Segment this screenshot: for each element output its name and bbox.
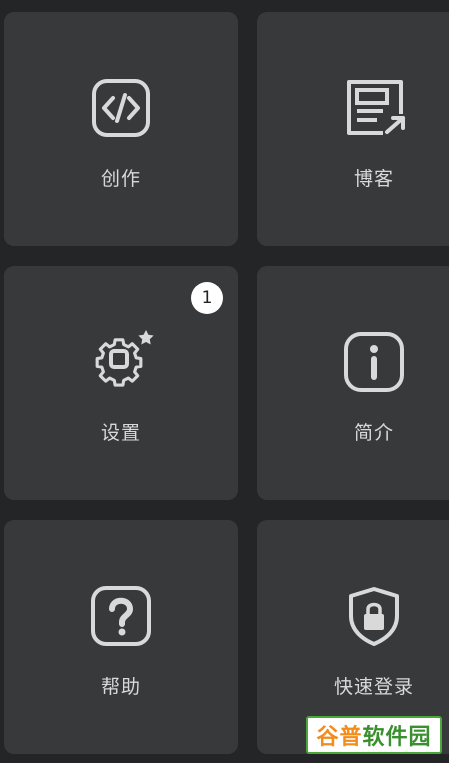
tile-create[interactable]: 创作 [4, 12, 238, 246]
notification-badge: 1 [191, 282, 223, 314]
tile-settings[interactable]: 设置 1 [4, 266, 238, 500]
tile-label-quick-login: 快速登录 [333, 676, 414, 698]
code-icon [92, 79, 150, 137]
watermark-logo: 谷普 软件园 [306, 716, 442, 754]
tile-label-blog: 博客 [353, 168, 394, 190]
tile-blog[interactable]: 博客 [257, 12, 449, 246]
tile-label-help: 帮助 [100, 676, 141, 698]
settings-icon [95, 330, 154, 387]
blog-icon [347, 80, 405, 135]
menu-grid: 创作 博客 设置 1 简介 帮助 快速登录 谷普 软件园 [0, 0, 449, 763]
watermark-part1: 谷普 [316, 725, 363, 750]
shield-lock-icon [349, 587, 399, 646]
help-icon [91, 586, 151, 646]
tile-about[interactable]: 简介 [257, 266, 449, 500]
tile-label-create: 创作 [100, 168, 141, 190]
info-icon [344, 332, 404, 392]
tile-label-settings: 设置 [100, 422, 141, 444]
tile-help[interactable]: 帮助 [4, 520, 238, 754]
watermark-part2: 软件园 [362, 725, 432, 750]
tile-label-about: 简介 [353, 422, 394, 444]
